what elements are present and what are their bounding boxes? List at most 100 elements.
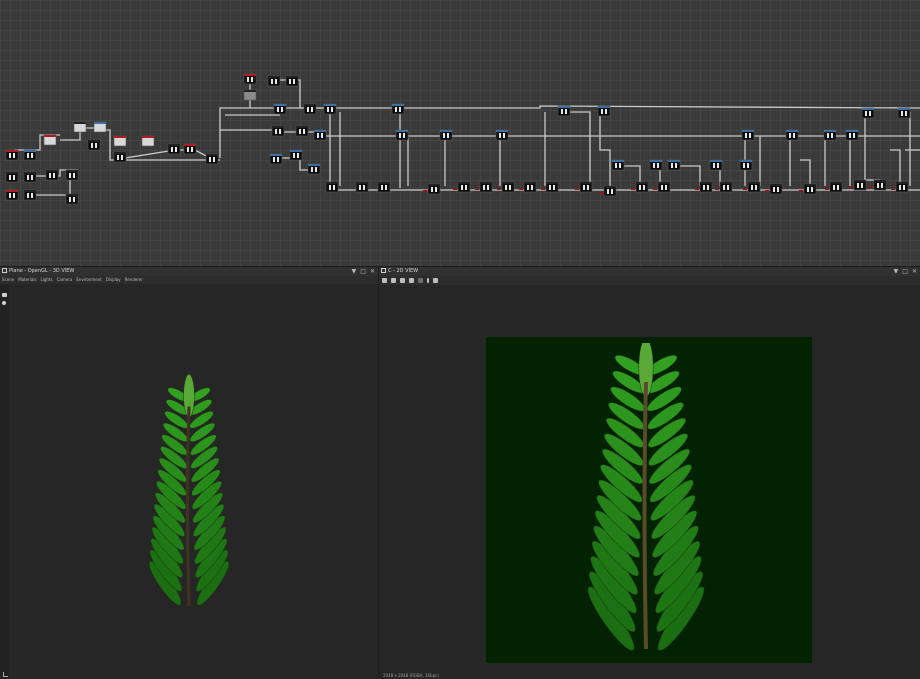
node-wire [560,111,591,186]
crop-icon[interactable] [418,278,423,283]
copy-icon[interactable] [400,278,405,283]
maximize-icon[interactable]: □ [902,267,908,276]
node-port-icon [747,163,749,168]
node-port-icon [31,193,33,198]
menu-camera[interactable]: Camera [57,276,73,284]
node-output-port[interactable] [519,188,523,190]
pin-icon[interactable]: ▼ [352,267,357,276]
node-output-port[interactable] [715,188,719,190]
graph-node-header [24,150,36,152]
node-port-icon [297,153,299,158]
node-port-icon [363,185,365,190]
graph-node-header [308,164,320,166]
graph-node-header [558,106,570,108]
node-output-port[interactable] [575,188,579,190]
node-output-port[interactable] [869,186,873,188]
node-output-port[interactable] [799,190,803,192]
node-port-icon [73,173,75,178]
maximize-icon[interactable]: □ [360,267,366,276]
node-output-port[interactable] [849,186,853,188]
graph-node-header [168,144,180,146]
menu-environment[interactable]: Environment [76,276,102,284]
node-port-icon [321,133,323,138]
node-port-icon [811,187,813,192]
node-port-icon [311,107,313,112]
camera-icon[interactable] [2,293,7,297]
graph-node-header [668,160,680,162]
node-output-port[interactable] [653,188,657,190]
info-icon[interactable] [427,278,429,283]
3d-viewport[interactable] [9,284,378,679]
graph-node-header [272,126,284,128]
node-port-icon [443,133,445,138]
texture-preview [486,337,812,663]
node-output-port[interactable] [599,192,603,194]
node-port-icon [27,193,29,198]
node-output-port[interactable] [765,190,769,192]
node-output-port[interactable] [423,190,427,192]
node-port-icon [31,153,33,158]
node-port-icon [275,129,277,134]
node-output-port[interactable] [453,188,457,190]
node-port-icon [713,163,715,168]
graph-node-header [658,182,670,184]
node-output-port[interactable] [825,188,829,190]
graph-node-header [24,190,36,192]
transform-icon[interactable] [409,278,414,283]
fit-icon[interactable] [382,278,387,283]
node-port-icon [717,163,719,168]
node-port-icon [447,133,449,138]
node-output-port[interactable] [541,188,545,190]
graph-node-header [270,154,282,156]
node-port-icon [743,163,745,168]
histogram-icon[interactable] [433,278,438,283]
light-icon[interactable] [2,301,6,305]
node-port-icon [465,185,467,190]
node-port-icon [299,129,301,134]
graph-node-header [650,160,662,162]
graph-node-header [580,182,592,184]
menu-scene[interactable]: Scene [2,276,14,284]
node-port-icon [487,185,489,190]
node-port-icon [435,187,437,192]
node-port-icon [359,185,361,190]
save-icon[interactable] [391,278,396,283]
graph-node-header [324,104,336,106]
menu-display[interactable]: Display [106,276,121,284]
graph-node-header [184,144,196,146]
node-port-icon [639,185,641,190]
node-port-icon [187,147,189,152]
graph-node-header [142,136,154,138]
menu-lights[interactable]: Lights [41,276,53,284]
node-port-icon [209,157,211,162]
node-port-icon [837,185,839,190]
close-icon[interactable]: ✕ [370,267,375,276]
2d-viewport[interactable] [379,285,920,679]
node-graph-canvas [5,73,920,205]
node-output-port[interactable] [497,188,501,190]
graph-node-header [114,136,126,138]
node-output-port[interactable] [475,188,479,190]
node-port-icon [13,193,15,198]
pin-icon[interactable]: ▼ [894,267,899,276]
resize-corner-icon[interactable] [3,672,8,677]
node-port-icon [307,107,309,112]
node-output-port[interactable] [695,188,699,190]
node-port-icon [69,173,71,178]
node-port-icon [675,163,677,168]
node-port-icon [505,185,507,190]
graph-node-header [66,194,78,196]
menu-renderer[interactable]: Renderer [125,276,143,284]
node-output-port[interactable] [631,188,635,190]
3d-view-menubar: Scene Materials Lights Camera Environmen… [0,276,378,284]
graph-node-header [244,90,256,92]
node-output-port[interactable] [743,188,747,190]
node-output-port[interactable] [891,188,895,190]
3d-view-title: Plane - OpenGL - 3D VIEW [9,268,75,274]
node-graph[interactable] [0,0,920,266]
node-port-icon [247,77,249,82]
menu-materials[interactable]: Materials [18,276,36,284]
node-port-icon [293,153,295,158]
leaf-stem [186,406,191,607]
close-icon[interactable]: ✕ [912,267,917,276]
